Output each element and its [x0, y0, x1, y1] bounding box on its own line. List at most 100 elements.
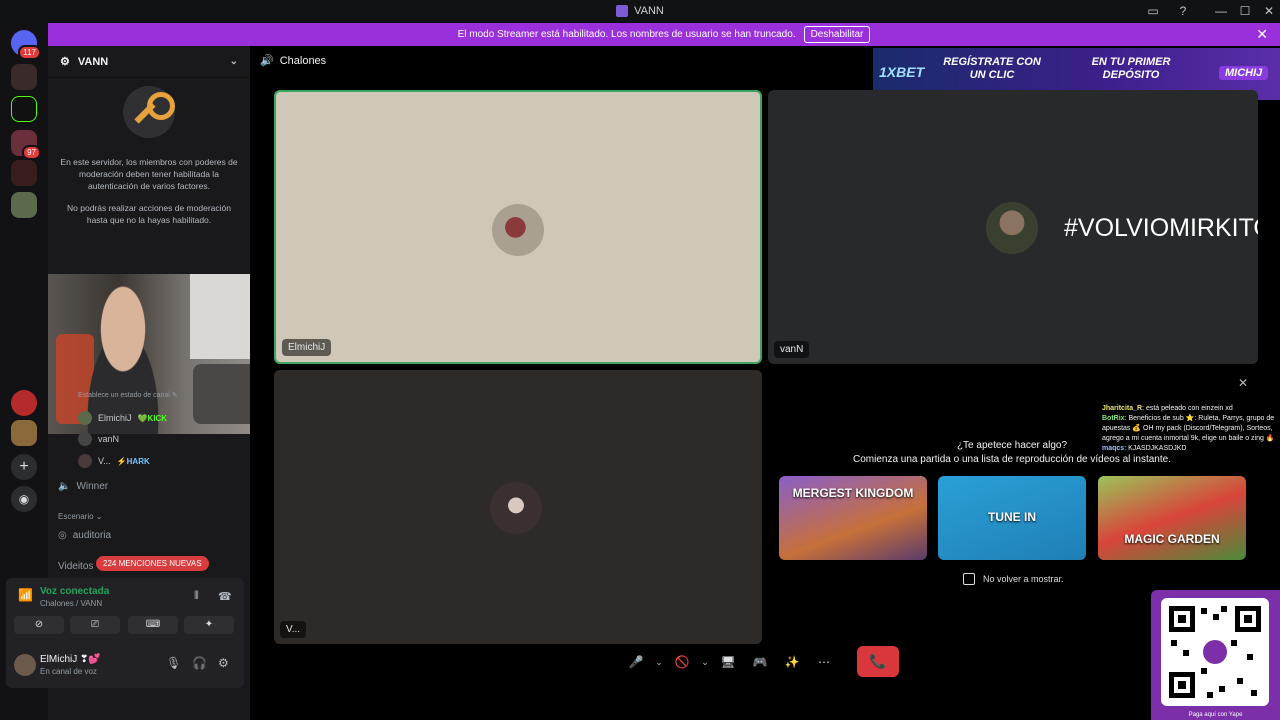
channel-label: Winner [76, 481, 109, 492]
activity-title: TUNE IN [988, 510, 1036, 524]
channel-winner[interactable]: 🔈 Winner [58, 481, 108, 492]
server-icon[interactable] [11, 192, 37, 218]
avatar [78, 411, 92, 425]
ad-text-1: REGÍSTRATE CON UN CLIC [943, 56, 1041, 81]
microphone-icon[interactable]: 🎙 [166, 656, 181, 670]
activity-button[interactable]: 🎮 [744, 648, 776, 676]
screen-share-button[interactable]: 🖥 [712, 648, 744, 676]
chat-user: maqcs [1102, 445, 1125, 452]
server-logo-icon [616, 5, 629, 17]
window-titlebar: VANN ▭ ? — ☐ ✕ [0, 0, 1280, 22]
payment-qr-overlay: Paga aquí con Yape [1151, 590, 1280, 720]
maximize-button[interactable]: ☐ [1232, 0, 1258, 22]
chevron-down-icon: ⌄ [229, 56, 238, 67]
voice-connected-label[interactable]: Voz conectada [40, 586, 109, 597]
chat-text: : Beneficios de sub ⭐: Ruleta, Parrys, g… [1102, 415, 1275, 442]
voice-member[interactable]: ElmichiJ 💚KICK [78, 411, 167, 425]
more-options-button[interactable]: ⋯ [808, 648, 840, 676]
dont-show-again[interactable]: No volver a mostrar. [963, 573, 1064, 585]
user-status: En canal de voz [40, 667, 97, 676]
signal-icon: 📶 [18, 588, 33, 602]
channel-status-hint[interactable]: Establece un estado de canal ✎ [78, 391, 178, 399]
chat-text: : KJASDJKASDJKD [1124, 445, 1187, 452]
member-name: ElmichiJ [98, 413, 132, 423]
voice-member[interactable]: vanN [78, 432, 119, 446]
member-tag: 💚KICK [137, 413, 168, 423]
channel-auditoria[interactable]: ◎ auditoria [58, 530, 111, 541]
participant-name: V... [280, 621, 307, 638]
ad-brand: 1XBET [879, 64, 925, 80]
camera-off-button[interactable]: ⊘ [14, 616, 64, 634]
activity-button[interactable]: ⌨ [128, 616, 178, 634]
chat-user: Jharitcita_R [1102, 405, 1143, 412]
dota-server-icon[interactable] [11, 160, 37, 186]
server-icon[interactable] [11, 390, 37, 416]
participant-avatar [492, 204, 544, 256]
headphones-icon[interactable]: 🎧 [192, 656, 207, 670]
window-title: VANN [616, 5, 664, 17]
disconnect-icon[interactable]: ☎ [218, 590, 232, 603]
activity-prompt: Comienza una partida o una lista de repr… [853, 454, 1171, 465]
member-name: vanN [98, 434, 120, 444]
guild-header[interactable]: ⚙ VANN ⌄ [48, 46, 250, 78]
close-activity-icon[interactable]: ✕ [1238, 376, 1248, 390]
disable-streamer-button[interactable]: Deshabilitar [803, 26, 871, 43]
soundboard-button[interactable]: ✨ [776, 648, 808, 676]
qr-code [1161, 598, 1269, 706]
participant-name: ElmichiJ [282, 339, 332, 356]
voice-connection-panel: 📶 Voz conectada Chalones / VANN ⦀ ☎ ⊘ ⎚ … [6, 578, 244, 642]
inbox-icon[interactable]: ▭ [1140, 0, 1166, 22]
participant-tile[interactable]: V... [274, 370, 762, 644]
streamer-mode-text: El modo Streamer está habilitado. Los no… [457, 29, 796, 40]
avatar[interactable] [14, 654, 36, 676]
kick-server-icon[interactable] [11, 96, 37, 122]
avatar [78, 454, 92, 468]
activity-card-mergest[interactable]: MERGEST KINGDOM [779, 476, 927, 560]
close-window-button[interactable]: ✕ [1256, 0, 1280, 22]
new-mentions-badge[interactable]: 224 MENCIONES NUEVAS [96, 556, 209, 571]
activity-card-tunein[interactable]: TUNE IN [938, 476, 1086, 560]
participant-tile[interactable]: ElmichiJ [274, 90, 762, 364]
server-icon[interactable]: 97 [11, 130, 41, 160]
server-icon[interactable] [11, 420, 37, 446]
activity-title: MERGEST KINGDOM [792, 486, 914, 500]
call-controls: 🎤 ⌄ 🚫 ⌄ 🖥 🎮 ✨ ⋯ [620, 646, 840, 678]
channel-label: Videitos [58, 561, 94, 572]
participant-tile[interactable]: #VOLVIOMIRKITO vanN [768, 90, 1258, 364]
category-escenario[interactable]: Escenario ⌄ [58, 512, 103, 521]
mic-options-chevron-icon[interactable]: ⌄ [652, 648, 666, 676]
participant-status-overlay: #VOLVIOMIRKITO [1064, 214, 1258, 242]
user-panel: ElMichiJ ❣💕 En canal de voz 🎙 🎧 ⚙ [6, 642, 244, 688]
channel-label: auditoria [72, 530, 112, 541]
activity-card-magic-garden[interactable]: MAGIC GARDEN [1098, 476, 1246, 560]
soundboard-button[interactable]: ✦ [184, 616, 234, 634]
screen-share-button[interactable]: ⎚ [70, 616, 120, 634]
streamer-webcam-overlay [48, 274, 282, 434]
close-banner-icon[interactable]: ✕ [1256, 26, 1268, 43]
username[interactable]: ElMichiJ ❣💕 [40, 654, 101, 665]
home-button[interactable]: 117 [11, 30, 41, 60]
server-icon[interactable] [11, 64, 37, 90]
explore-icon[interactable]: ◉ [11, 486, 37, 512]
camera-off-button[interactable]: 🚫 [666, 648, 698, 676]
help-icon[interactable]: ? [1170, 0, 1196, 22]
minimize-button[interactable]: — [1208, 0, 1234, 22]
microphone-button[interactable]: 🎤 [620, 648, 652, 676]
channel-videitos[interactable]: Videitos [58, 561, 93, 572]
camera-options-chevron-icon[interactable]: ⌄ [698, 648, 712, 676]
dont-show-checkbox[interactable] [963, 573, 975, 585]
voice-member[interactable]: V... ⚡HARK [78, 454, 150, 468]
add-server-icon[interactable]: + [11, 454, 37, 480]
voice-channel-path[interactable]: Chalones / VANN [40, 599, 102, 608]
settings-gear-icon[interactable]: ⚙ [218, 656, 229, 670]
hang-up-button[interactable]: 📞 [857, 646, 899, 677]
speaker-icon: 🔊 [260, 55, 274, 67]
chat-user: BotRix [1102, 415, 1125, 422]
channel-name: Chalones [279, 54, 327, 67]
noise-suppression-icon[interactable]: ⦀ [194, 590, 199, 603]
mfa-notice-line2: No podrás realizar acciones de moderació… [67, 203, 231, 225]
dont-show-label: No volver a mostrar. [983, 574, 1064, 584]
qr-code-graphic [1169, 606, 1261, 698]
participant-name: vanN [774, 341, 810, 358]
qr-caption: Paga aquí con Yape [1188, 712, 1243, 718]
